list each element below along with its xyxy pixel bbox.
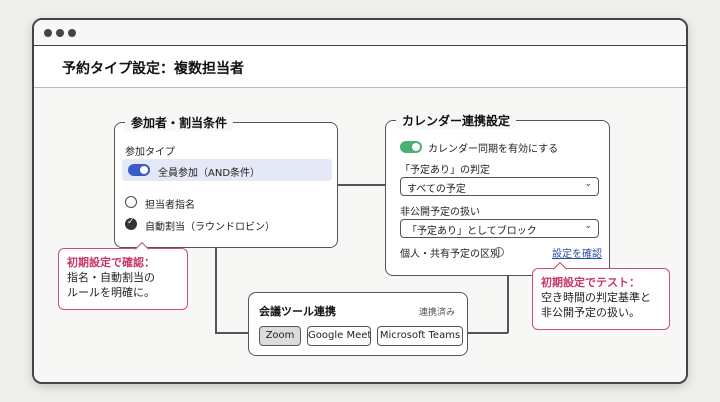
participants-panel-title: 参加者・割当条件 [125,114,234,131]
participants-panel: 参加者・割当条件 参加タイプ 全員参加（AND条件） 担当者指名 自動割当（ラウ… [114,114,338,248]
connector-line [466,332,508,334]
radio-label: 自動割当（ラウンドロビン） [145,222,275,233]
setup-check-callout: 初期設定で確認： 指名・自動割当の ルールを明確に。 [58,248,188,310]
connector-line [507,275,509,333]
private-handling-label: 非公開予定の扱い [400,207,480,218]
meeting-tool-title: 会議ツール連携 [259,305,336,318]
check-settings-link[interactable]: 設定を確認 [552,245,602,260]
meeting-tool-panel: 会議ツール連携 連携済み Zoom Google Meet Microsoft … [248,292,468,356]
chevron-down-icon: ⌄ [584,221,592,231]
calendar-sync-label: カレンダー同期を有効にする [428,144,559,155]
connector-line [215,332,249,334]
chevron-down-icon: ⌄ [584,179,592,189]
page-header: 予約タイプ設定：複数担当者 [34,46,686,88]
callout-heading: 初期設定で確認： [67,256,155,269]
app-window: 予約タイプ設定：複数担当者 参加者・割当条件 参加タイプ 全員参加（AND条件）… [32,18,688,384]
private-handling-select[interactable]: 「予定あり」としてブロック ⌄ [400,219,599,238]
radio-button-checked[interactable] [125,217,137,230]
calendar-sync-toggle[interactable] [400,141,422,153]
calendar-panel: カレンダー連携設定 カレンダー同期を有効にする 「予定あり」の判定 すべての予定… [385,112,610,276]
all-participate-label: 全員参加（AND条件） [158,168,261,179]
callout-line: 非公開予定の扱い。 [541,306,640,319]
participation-type-label: 参加タイプ [125,147,175,158]
tool-chip-microsoft-teams[interactable]: Microsoft Teams [377,326,463,346]
meeting-tool-chips: Zoom Google Meet Microsoft Teams [259,326,464,346]
window-control-dot[interactable] [68,29,76,37]
all-participate-toggle[interactable] [128,164,150,176]
setup-test-callout: 初期設定でテスト： 空き時間の判定基準と 非公開予定の扱い。 [532,268,670,330]
callout-heading: 初期設定でテスト： [541,276,640,289]
calendar-panel-title: カレンダー連携設定 [396,112,517,129]
window-control-dot[interactable] [44,29,52,37]
callout-line: 指名・自動割当の [67,271,155,284]
connector-line [336,184,386,186]
busy-judgement-value: すべての予定 [407,184,466,195]
connector-line [215,247,217,333]
radio-auto-assign[interactable]: 自動割当（ラウンドロビン） [125,217,325,233]
busy-judgement-label: 「予定あり」の判定 [400,165,490,176]
callout-line: ルールを明確に。 [67,286,155,299]
callout-line: 空き時間の判定基準と [541,291,651,304]
connected-status: 連携済み [418,308,455,318]
page-title: 予約タイプ設定：複数担当者 [62,61,244,77]
title-bar [34,20,686,46]
tool-chip-google-meet[interactable]: Google Meet [307,326,371,346]
distinction-label: 個人・共有予定の区別 [400,249,500,260]
radio-designated-staff[interactable]: 担当者指名 [125,195,305,211]
window-control-dot[interactable] [56,29,64,37]
private-handling-value: 「予定あり」としてブロック [407,226,537,237]
info-icon[interactable]: i [494,247,504,257]
busy-judgement-select[interactable]: すべての予定 ⌄ [400,177,599,196]
tool-chip-zoom[interactable]: Zoom [259,326,301,346]
radio-button[interactable] [125,196,137,208]
all-participate-option[interactable]: 全員参加（AND条件） [122,159,332,181]
radio-label: 担当者指名 [145,200,195,211]
